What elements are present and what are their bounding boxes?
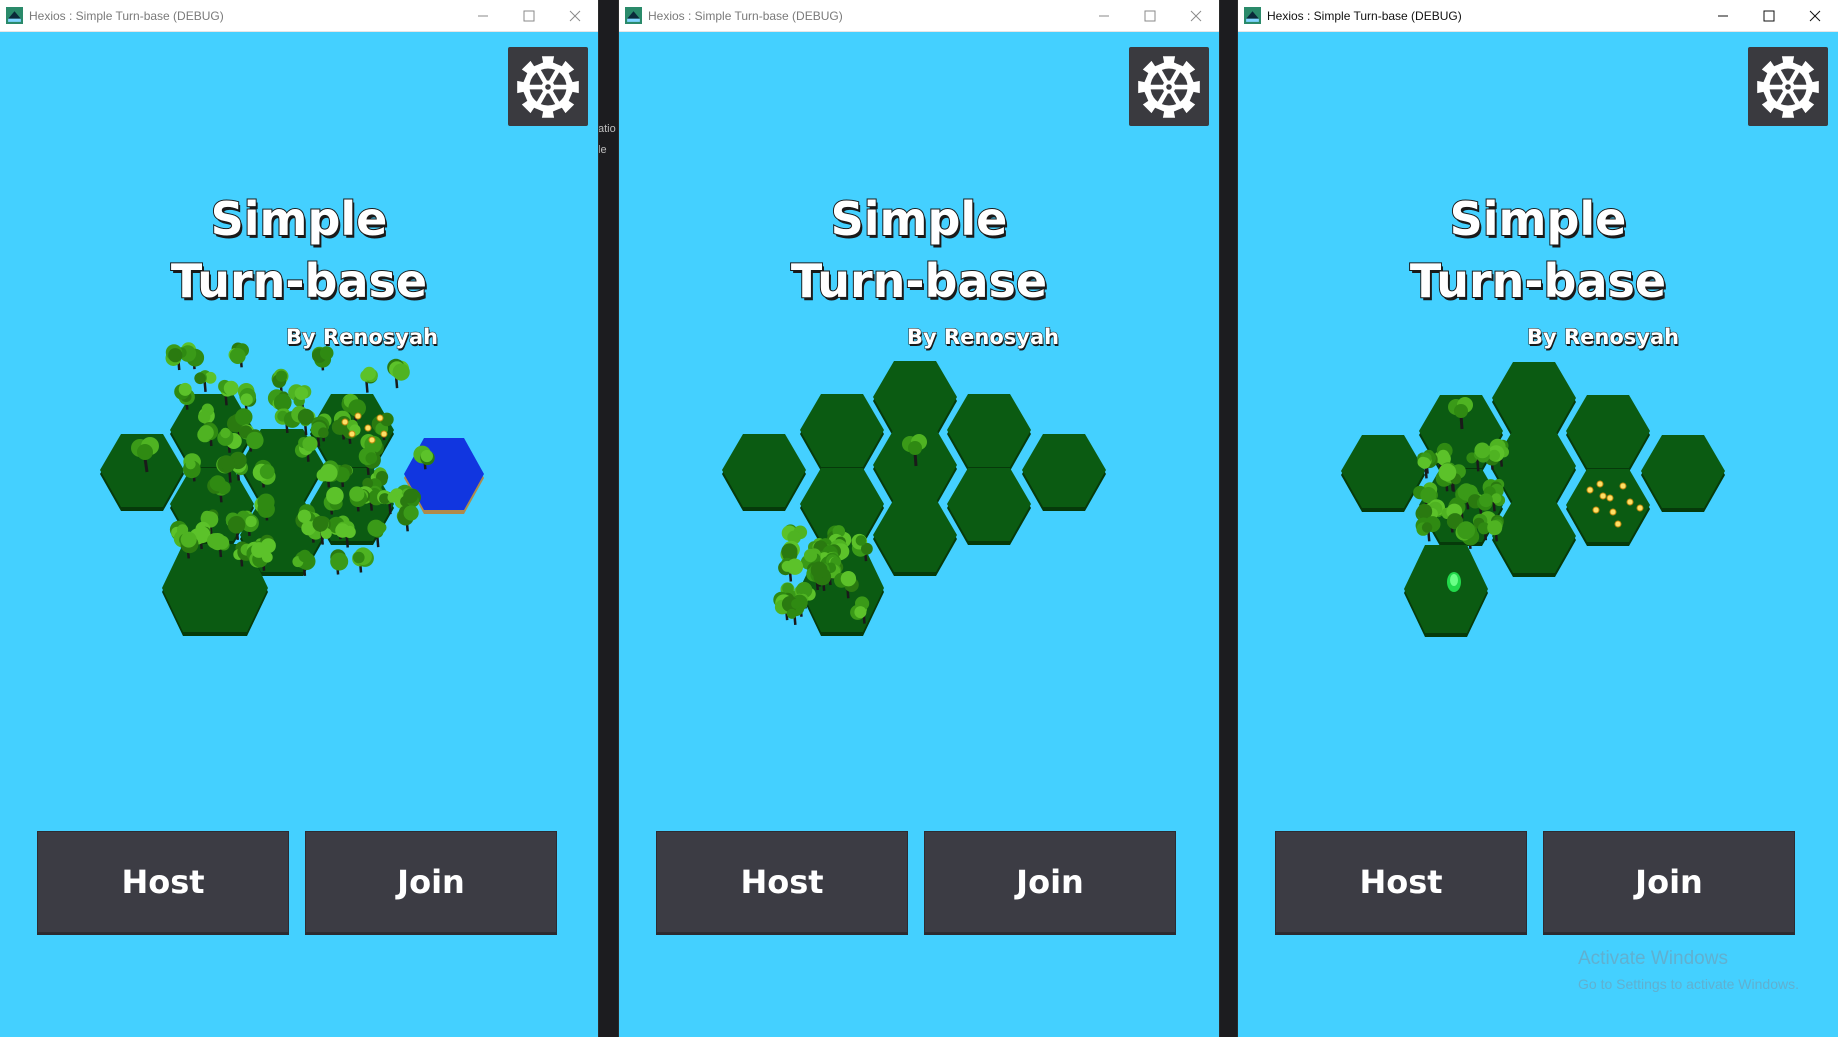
hex-tile — [1404, 545, 1488, 633]
close-icon — [569, 10, 581, 21]
close-icon — [1809, 10, 1821, 21]
close-button[interactable] — [1173, 0, 1219, 31]
minimize-button[interactable] — [460, 0, 506, 31]
host-button[interactable]: Host — [37, 831, 289, 933]
window-controls — [1700, 0, 1838, 31]
tree — [330, 549, 349, 575]
tree — [237, 383, 257, 412]
settings-button[interactable] — [1748, 47, 1828, 126]
window-titlebar[interactable]: Hexios : Simple Turn-base (DEBUG) — [0, 0, 598, 32]
hex-map-preview — [722, 361, 1106, 636]
join-button[interactable]: Join — [924, 831, 1176, 933]
window-title: Hexios : Simple Turn-base (DEBUG) — [29, 8, 224, 23]
game-title: Simple Turn-base — [1238, 188, 1838, 312]
app-icon — [625, 7, 642, 24]
gear-icon — [1757, 55, 1819, 118]
close-button[interactable] — [1792, 0, 1838, 31]
window-controls — [1081, 0, 1219, 31]
gear-icon — [517, 55, 579, 118]
tree — [194, 370, 217, 392]
minimize-icon — [1099, 15, 1109, 16]
tree — [396, 505, 419, 532]
tree — [778, 557, 804, 582]
game-title-line2: Turn-base — [790, 253, 1048, 309]
window-title: Hexios : Simple Turn-base (DEBUG) — [1267, 8, 1462, 23]
window-titlebar[interactable]: Hexios : Simple Turn-base (DEBUG) — [1238, 0, 1838, 32]
watermark-line1: Activate Windows — [1578, 948, 1728, 969]
hex-tiles — [100, 394, 484, 636]
background-window-strip — [1219, 0, 1238, 1037]
settings-button[interactable] — [508, 47, 588, 126]
game-title-line1: Simple — [830, 191, 1009, 247]
game-window[interactable]: Hexios : Simple Turn-base (DEBUG) Simple… — [1238, 0, 1838, 1037]
game-title-line1: Simple — [210, 191, 389, 247]
close-button[interactable] — [552, 0, 598, 31]
tree — [360, 366, 378, 393]
game-title-line2: Turn-base — [170, 253, 428, 309]
game-title-line2: Turn-base — [1409, 253, 1667, 309]
maximize-button[interactable] — [506, 0, 552, 31]
join-button[interactable]: Join — [1543, 831, 1795, 933]
tree — [165, 344, 187, 371]
activate-windows-watermark: Activate Windows Go to Settings to activ… — [1578, 948, 1799, 992]
maximize-button[interactable] — [1127, 0, 1173, 31]
app-icon — [6, 7, 23, 24]
game-title: Simple Turn-base — [0, 188, 598, 312]
maximize-icon — [1144, 10, 1156, 21]
window-titlebar[interactable]: Hexios : Simple Turn-base (DEBUG) — [619, 0, 1219, 32]
window-controls — [460, 0, 598, 31]
unit-token — [1447, 572, 1461, 592]
hex-map-preview — [100, 342, 484, 636]
background-window-text: le — [598, 144, 607, 156]
host-button[interactable]: Host — [656, 831, 908, 933]
tree — [228, 342, 250, 368]
minimize-icon — [478, 15, 488, 16]
game-title: Simple Turn-base — [619, 188, 1219, 312]
maximize-button[interactable] — [1746, 0, 1792, 31]
join-button[interactable]: Join — [305, 831, 557, 933]
settings-button[interactable] — [1129, 47, 1209, 126]
game-title-line1: Simple — [1449, 191, 1628, 247]
host-button[interactable]: Host — [1275, 831, 1527, 933]
window-title: Hexios : Simple Turn-base (DEBUG) — [648, 8, 843, 23]
game-window[interactable]: Hexios : Simple Turn-base (DEBUG) Simple… — [0, 0, 598, 1037]
tree — [352, 547, 374, 573]
tree — [387, 358, 410, 389]
background-window-text: atio — [598, 123, 616, 135]
maximize-icon — [523, 10, 535, 21]
hex-tiles — [1341, 362, 1725, 637]
app-icon — [1244, 7, 1261, 24]
minimize-icon — [1718, 15, 1728, 16]
maximize-icon — [1763, 10, 1775, 21]
close-icon — [1190, 10, 1202, 21]
game-window[interactable]: Hexios : Simple Turn-base (DEBUG) Simple… — [619, 0, 1219, 1037]
desktop: atio le Hexios : Simple Turn-base (DEBUG… — [0, 0, 1838, 1037]
minimize-button[interactable] — [1700, 0, 1746, 31]
watermark-line2: Go to Settings to activate Windows. — [1578, 976, 1799, 992]
hex-map-preview — [1341, 362, 1725, 637]
tree — [311, 346, 334, 371]
minimize-button[interactable] — [1081, 0, 1127, 31]
gear-icon — [1138, 55, 1200, 118]
